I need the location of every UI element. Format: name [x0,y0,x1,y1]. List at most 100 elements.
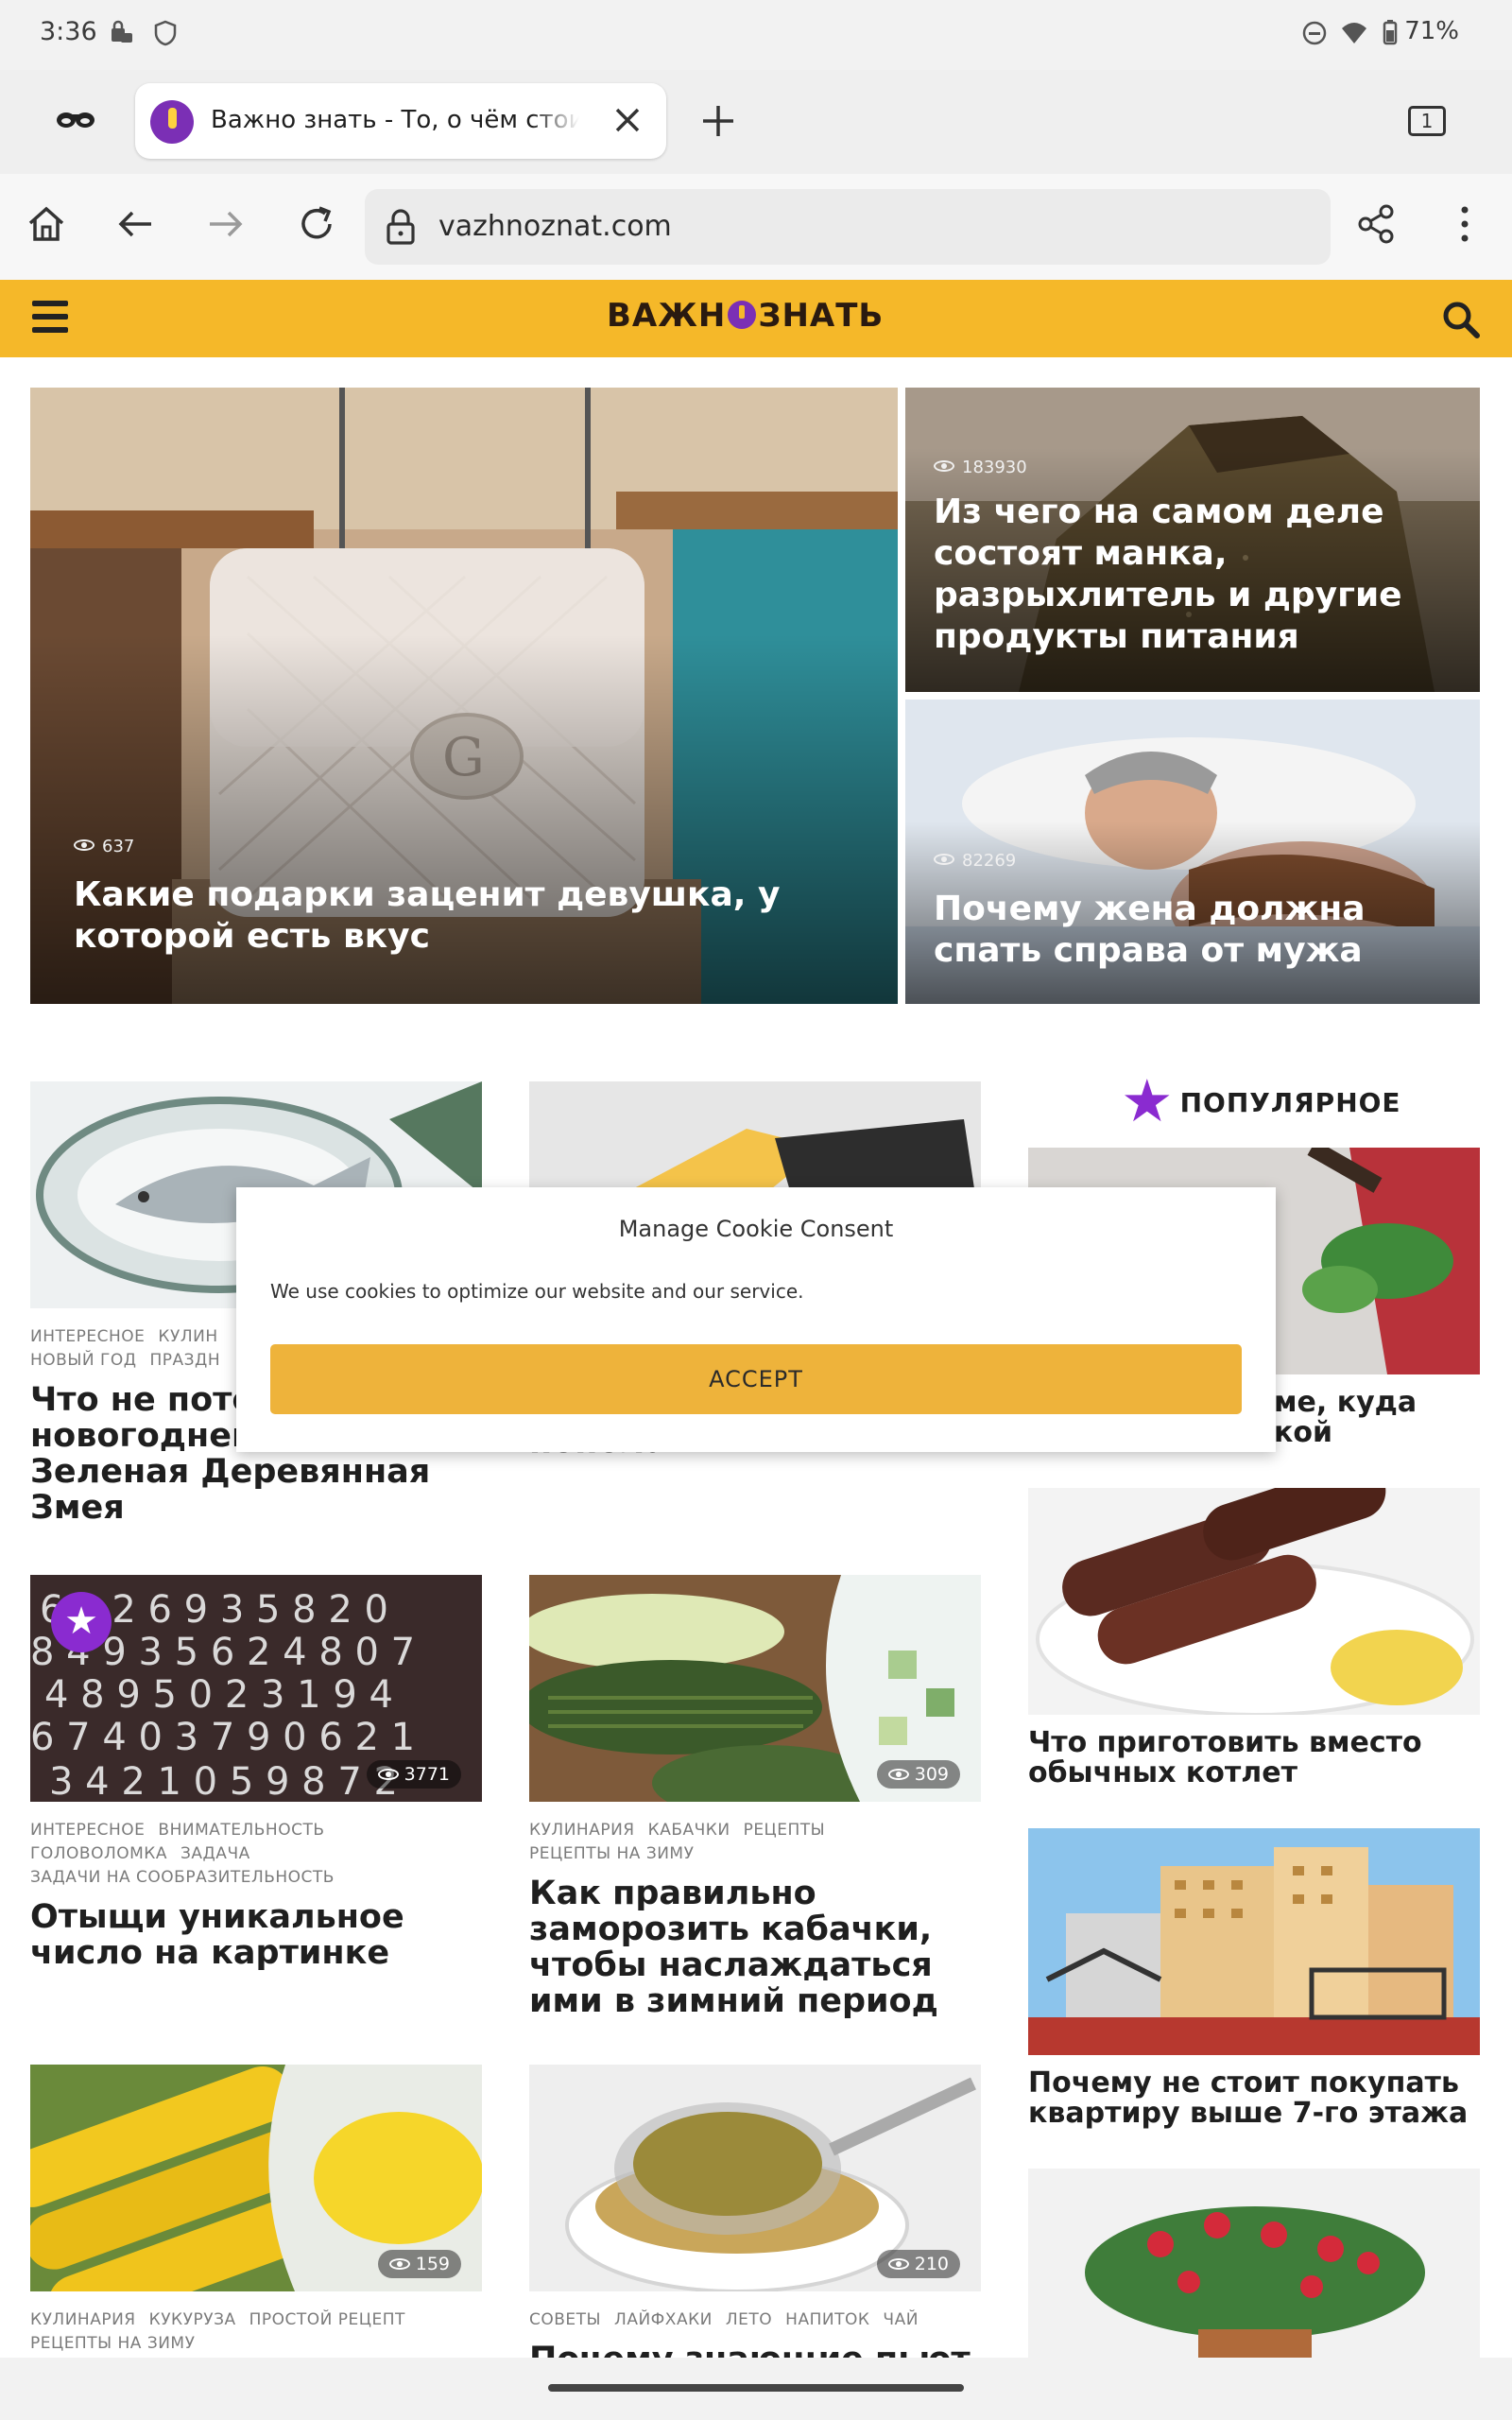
card-thumbnail[interactable]: 159 [30,2065,482,2291]
views-count: 210 [914,2254,949,2274]
cookie-title: Manage Cookie Consent [618,1216,894,1242]
tag[interactable]: Рецепты [744,1821,826,1840]
menu-icon[interactable] [32,301,68,333]
star-icon: ★ [1121,1066,1175,1135]
logo-mark-icon [728,301,757,329]
lock-badge-icon [112,20,132,43]
eye-icon [377,1769,399,1780]
tag[interactable]: Рецепты на зиму [529,1844,694,1863]
tab-switcher-button[interactable]: 1 [1408,106,1446,136]
new-tab-icon[interactable] [699,102,737,140]
views-count: 82269 [962,851,1017,871]
tag[interactable]: Кулинария [30,2310,136,2329]
title-line: число на картинке [30,1934,390,1972]
tag[interactable]: Праздн [149,1351,220,1370]
eye-icon [74,839,94,851]
tag[interactable]: Рецепты на зиму [30,2334,195,2353]
popular-item[interactable]: Почему не стоит покупать квартиру выше 7… [1028,1828,1480,2129]
tag[interactable]: Интересное [30,1821,145,1840]
svg-text:6 7 4 0 3 7 9 0 6 2 1: 6 7 4 0 3 7 9 0 6 2 1 [30,1716,415,1759]
views-count: 159 [415,2254,450,2274]
battery-icon [1383,20,1398,45]
search-icon[interactable] [1440,299,1482,340]
popular-item[interactable] [1028,2169,1480,2358]
views-count: 183930 [962,458,1027,477]
title-line: кой [1274,1416,1332,1449]
popular-item[interactable]: Что приготовить вместо обычных котлет [1028,1488,1480,1789]
incognito-icon[interactable] [55,106,96,134]
title-line: ме, куда [1274,1386,1418,1419]
cookie-consent-dialog: Manage Cookie Consent We use cookies to … [236,1187,1276,1452]
hero-article-sleep[interactable]: 82269 Почему жена должна спать справа от… [905,700,1480,1004]
kebab-image [1028,1488,1480,1715]
popular-thumbnail[interactable] [1028,2169,1480,2358]
site-favicon-icon [150,100,194,144]
article-card[interactable]: 309 Кулинария Кабачки Рецепты Рецепты на з… [529,1575,981,2019]
tag[interactable]: Напиток [785,2310,869,2329]
card-title[interactable]: Отыщи уникальное число на картинке [30,1899,482,1971]
article-card[interactable]: 159 Кулинария Кукуруза Простой рецепт Реце… [30,2065,482,2356]
tag[interactable]: Внимательность [158,1821,324,1840]
hero-title[interactable]: Почему жена должна спать справа от мужа [934,889,1463,972]
status-time: 3:36 [40,17,97,46]
home-icon[interactable] [25,202,68,246]
active-tab[interactable]: Важно знать - То, о чём стоит знать [135,83,666,159]
share-icon[interactable] [1355,202,1399,246]
tag[interactable]: Лайфхаки [614,2310,713,2329]
tag[interactable]: Кулин [158,1327,217,1346]
reload-icon[interactable] [295,202,338,246]
tag[interactable]: Интересное [30,1327,145,1346]
lock-icon[interactable] [384,208,418,246]
eye-icon [388,2258,410,2270]
title-line: обычных котлет [1028,1756,1297,1789]
overflow-menu-icon[interactable] [1446,202,1484,246]
battery-percent: 71% [1404,17,1459,45]
tag[interactable]: Кукуруза [149,2310,236,2329]
popular-heading-text: ПОПУЛЯРНОЕ [1179,1087,1401,1118]
title-line: заморозить кабачки, [529,1910,933,1948]
wifi-icon [1342,23,1366,43]
title-line: Отыщи уникальное [30,1898,404,1936]
site-logo[interactable]: ВАЖН ЗНАТЬ [607,297,884,335]
tag[interactable]: Задача [180,1844,250,1863]
tag[interactable]: Простой рецепт [249,2310,405,2329]
popular-thumbnail[interactable] [1028,1828,1480,2055]
close-tab-icon[interactable] [611,104,644,136]
svg-text:4 8 9 5 0 2 3 1 9 4: 4 8 9 5 0 2 3 1 9 4 [44,1673,393,1717]
back-icon[interactable] [113,202,157,246]
forward-icon[interactable] [204,202,248,246]
browser-toolbar: vazhnoznat.com [0,174,1512,280]
gesture-handle[interactable] [548,2384,964,2392]
address-bar[interactable]: vazhnoznat.com [365,189,1331,265]
hero-article-gifts[interactable]: G 637 Какие подарки заценит девушка, у к… [30,388,898,1004]
tag[interactable]: Лето [726,2310,772,2329]
tag[interactable]: Кабачки [648,1821,730,1840]
article-card[interactable]: 6 3 2 6 9 3 5 8 2 0 8 4 9 3 5 6 2 4 8 0 … [30,1575,482,1971]
tag[interactable]: Новый год [30,1351,136,1370]
popular-thumbnail[interactable] [1028,1488,1480,1715]
tag[interactable]: Советы [529,2310,601,2329]
tag[interactable]: Кулинария [529,1821,635,1840]
title-line: Почему не стоит покупать [1028,2066,1459,2100]
views-count: 3771 [404,1764,450,1785]
tag[interactable]: Чай [883,2310,919,2329]
url-text[interactable]: vazhnoznat.com [438,210,672,243]
popular-title[interactable]: Почему не стоит покупать квартиру выше 7… [1028,2068,1480,2129]
card-views: 159 [377,2250,461,2278]
popular-title[interactable]: Что приготовить вместо обычных котлет [1028,1728,1480,1789]
card-thumbnail[interactable]: 309 [529,1575,981,1802]
favorite-star-icon[interactable]: ★ [51,1592,112,1652]
hero-title[interactable]: Из чего на самом деле состоят манка, раз… [934,492,1463,658]
card-thumbnail[interactable]: 210 [529,2065,981,2291]
views-count: 637 [102,837,135,856]
hero-title[interactable]: Какие подарки заценит девушка, у которой… [74,874,792,958]
article-card[interactable]: 210 Советы Лайфхаки Лето Напиток Чай Почему … [529,2065,981,2360]
logo-right-text: ЗНАТЬ [758,297,885,335]
card-thumbnail[interactable]: 6 3 2 6 9 3 5 8 2 0 8 4 9 3 5 6 2 4 8 0 … [30,1575,482,1802]
hero-article-manka[interactable]: 183930 Из чего на самом деле состоят ман… [905,388,1480,692]
tag[interactable]: Головоломка [30,1844,167,1863]
accept-cookies-button[interactable]: ACCEPT [270,1344,1242,1414]
card-title[interactable]: Как правильно заморозить кабачки, чтобы … [529,1876,981,2019]
tag[interactable]: Задачи на сообразительность [30,1868,335,1887]
hero-views: 183930 [934,458,1027,477]
